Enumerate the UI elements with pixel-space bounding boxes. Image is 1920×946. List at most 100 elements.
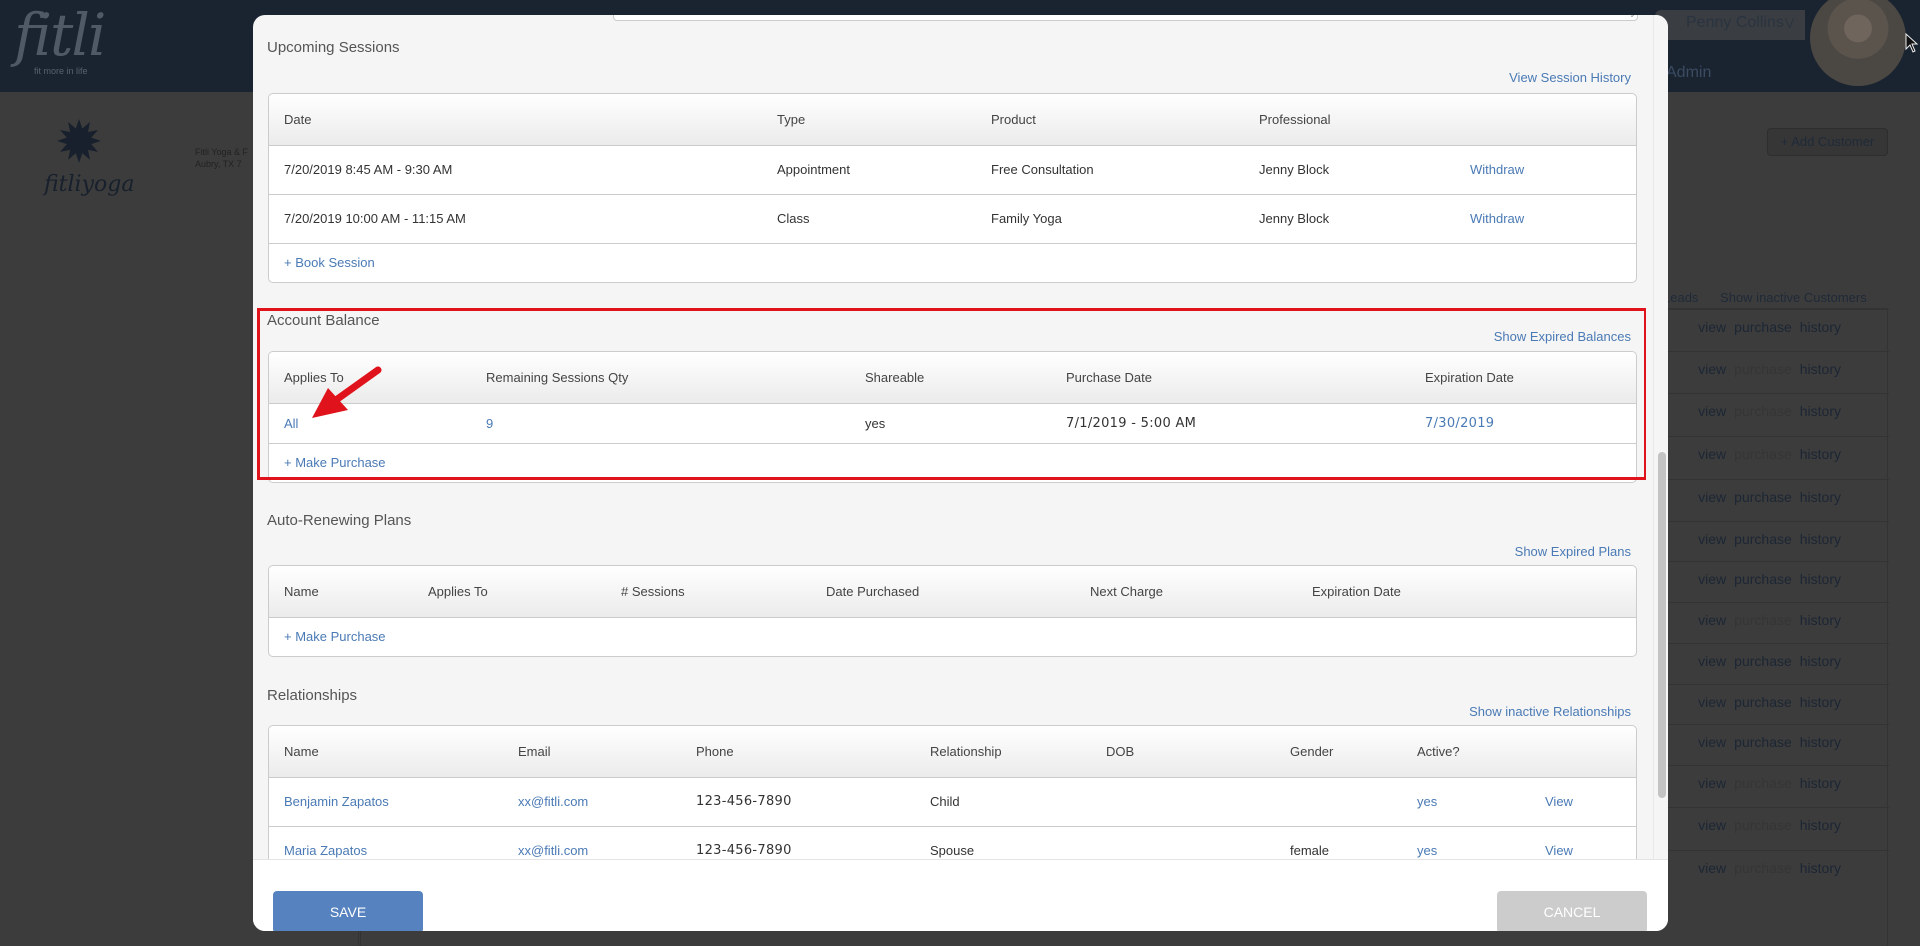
- relationship-active-link[interactable]: yes: [1417, 794, 1437, 809]
- row-actions: view purchase history: [1690, 403, 1841, 419]
- row-actions: view purchase history: [1690, 775, 1841, 791]
- history-link[interactable]: history: [1800, 612, 1841, 628]
- view-link[interactable]: view: [1698, 531, 1726, 547]
- view-link[interactable]: view: [1698, 489, 1726, 505]
- column-header: Name: [284, 584, 319, 599]
- session-product: Family Yoga: [991, 211, 1062, 226]
- shareable-value: yes: [865, 416, 886, 431]
- view-link[interactable]: view: [1698, 860, 1726, 876]
- history-link[interactable]: history: [1800, 361, 1841, 377]
- applies-to-link[interactable]: All: [284, 416, 298, 431]
- withdraw-link[interactable]: Withdraw: [1470, 162, 1524, 177]
- table-row: Maria Zapatos xx@fitli.com 123-456-7890 …: [269, 827, 1636, 859]
- session-date: 7/20/2019 8:45 AM - 9:30 AM: [284, 162, 453, 177]
- view-link[interactable]: view: [1698, 612, 1726, 628]
- show-inactive-customers-link[interactable]: Show inactive Customers: [1720, 290, 1867, 305]
- modal-scrollbar[interactable]: [1653, 15, 1668, 859]
- view-relationship-link[interactable]: View: [1545, 843, 1573, 858]
- relationship-phone: 123-456-7890: [696, 843, 792, 858]
- view-link[interactable]: view: [1698, 734, 1726, 750]
- purchase-link[interactable]: purchase: [1734, 571, 1792, 587]
- history-link[interactable]: history: [1800, 734, 1841, 750]
- view-link[interactable]: view: [1698, 446, 1726, 462]
- purchase-link[interactable]: purchase: [1734, 531, 1792, 547]
- history-link[interactable]: history: [1800, 817, 1841, 833]
- purchase-link: purchase: [1734, 361, 1792, 377]
- column-header: Type: [777, 112, 806, 127]
- view-relationship-link[interactable]: View: [1545, 794, 1573, 809]
- view-link[interactable]: view: [1698, 694, 1726, 710]
- view-link[interactable]: view: [1698, 653, 1726, 669]
- save-button[interactable]: SAVE: [273, 891, 423, 931]
- history-link[interactable]: history: [1800, 446, 1841, 462]
- purchase-link: purchase: [1734, 403, 1792, 419]
- nav-admin[interactable]: Admin: [1666, 64, 1711, 82]
- view-link[interactable]: view: [1698, 571, 1726, 587]
- history-link[interactable]: history: [1800, 653, 1841, 669]
- avatar[interactable]: [1810, 0, 1906, 86]
- purchase-link[interactable]: purchase: [1734, 653, 1792, 669]
- fitli-logo[interactable]: fitli fit more in life: [14, 6, 106, 76]
- scrollbar-thumb[interactable]: [1658, 452, 1666, 798]
- book-session-link[interactable]: + Book Session: [284, 255, 375, 270]
- show-expired-balances-link[interactable]: Show Expired Balances: [1494, 329, 1631, 344]
- row-actions: view purchase history: [1690, 612, 1841, 628]
- remaining-sessions-link[interactable]: 9: [486, 416, 493, 431]
- row-actions: view purchase history: [1690, 653, 1841, 669]
- view-link[interactable]: view: [1698, 775, 1726, 791]
- purchase-link[interactable]: purchase: [1734, 489, 1792, 505]
- view-link[interactable]: view: [1698, 361, 1726, 377]
- view-link[interactable]: view: [1698, 319, 1726, 335]
- session-type: Class: [777, 211, 810, 226]
- history-link[interactable]: history: [1800, 489, 1841, 505]
- purchase-link[interactable]: purchase: [1734, 734, 1792, 750]
- session-professional: Jenny Block: [1259, 162, 1330, 177]
- relationship-email-link[interactable]: xx@fitli.com: [518, 843, 588, 858]
- purchase-link: purchase: [1734, 612, 1792, 628]
- row-actions: view purchase history: [1690, 319, 1841, 335]
- column-header: Active?: [1417, 744, 1460, 759]
- history-link[interactable]: history: [1800, 403, 1841, 419]
- view-session-history-link[interactable]: View Session History: [1509, 70, 1631, 85]
- relationship-name-link[interactable]: Maria Zapatos: [284, 843, 367, 858]
- column-header: Applies To: [428, 584, 488, 599]
- row-actions: view purchase history: [1690, 860, 1841, 876]
- modal-footer: SAVE CANCEL: [253, 859, 1668, 931]
- column-header: Relationship: [930, 744, 1002, 759]
- history-link[interactable]: history: [1800, 775, 1841, 791]
- purchase-link: purchase: [1734, 860, 1792, 876]
- relationship-name-link[interactable]: Benjamin Zapatos: [284, 794, 389, 809]
- history-link[interactable]: history: [1800, 694, 1841, 710]
- expiration-date-link[interactable]: 7/30/2019: [1425, 416, 1494, 431]
- purchase-link: purchase: [1734, 775, 1792, 791]
- view-link[interactable]: view: [1698, 403, 1726, 419]
- session-professional: Jenny Block: [1259, 211, 1330, 226]
- column-header: DOB: [1106, 744, 1135, 759]
- view-link[interactable]: view: [1698, 817, 1726, 833]
- purchase-link[interactable]: purchase: [1734, 694, 1792, 710]
- notes-textarea[interactable]: ∕∕: [613, 15, 1638, 21]
- history-link[interactable]: history: [1800, 531, 1841, 547]
- relationship-active-link[interactable]: yes: [1417, 843, 1437, 858]
- show-inactive-relationships-link[interactable]: Show inactive Relationships: [1469, 704, 1631, 719]
- session-product: Free Consultation: [991, 162, 1094, 177]
- account-balance-title: Account Balance: [267, 312, 380, 329]
- make-purchase-link[interactable]: + Make Purchase: [284, 629, 386, 644]
- withdraw-link[interactable]: Withdraw: [1470, 211, 1524, 226]
- make-purchase-link[interactable]: + Make Purchase: [284, 455, 386, 470]
- history-link[interactable]: history: [1800, 319, 1841, 335]
- resize-grip-icon[interactable]: ∕∕: [1632, 15, 1635, 19]
- relationships-table: Name Email Phone Relationship DOB Gender…: [268, 725, 1637, 859]
- add-customer-button[interactable]: + Add Customer: [1767, 128, 1888, 156]
- history-link[interactable]: history: [1800, 571, 1841, 587]
- user-name[interactable]: Penny Collins: [1686, 14, 1784, 32]
- double-chevron-down-icon[interactable]: ⋁: [1785, 16, 1794, 29]
- table-header: Name Email Phone Relationship DOB Gender…: [269, 726, 1636, 778]
- column-header: Expiration Date: [1312, 584, 1401, 599]
- history-link[interactable]: history: [1800, 860, 1841, 876]
- cancel-button[interactable]: CANCEL: [1497, 891, 1647, 931]
- relationship-email-link[interactable]: xx@fitli.com: [518, 794, 588, 809]
- show-expired-plans-link[interactable]: Show Expired Plans: [1515, 544, 1631, 559]
- purchase-link: purchase: [1734, 446, 1792, 462]
- purchase-link[interactable]: purchase: [1734, 319, 1792, 335]
